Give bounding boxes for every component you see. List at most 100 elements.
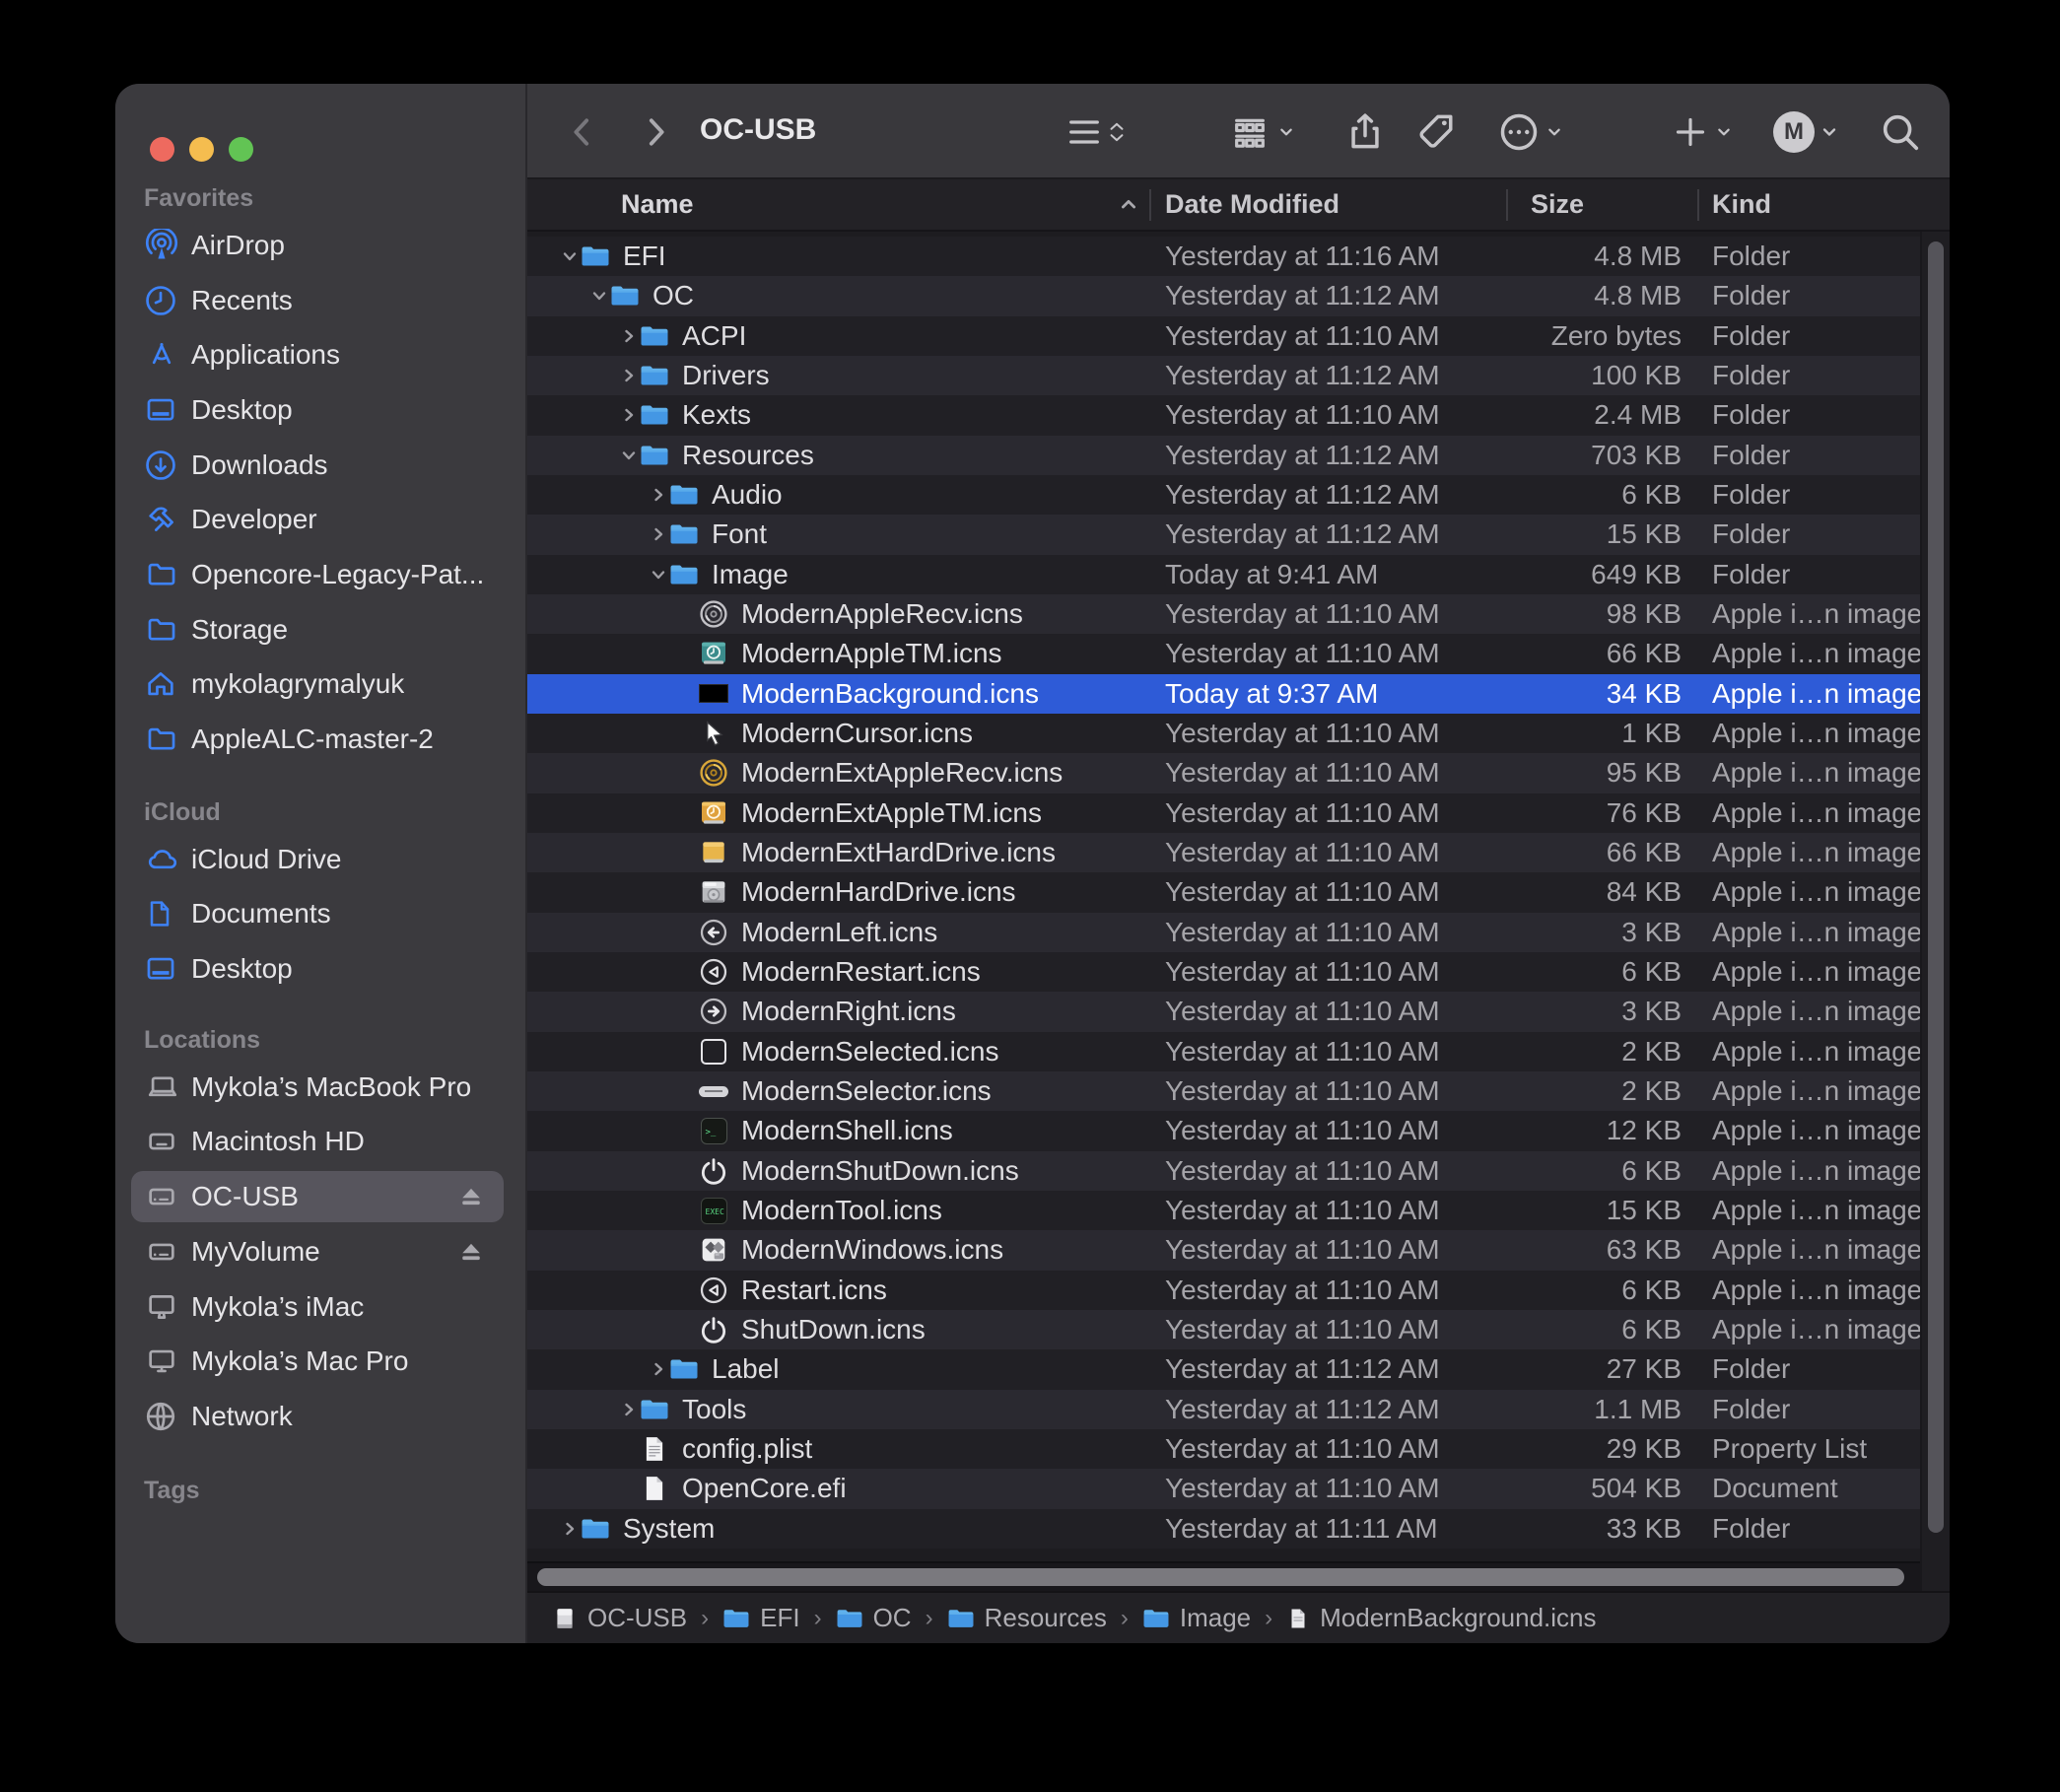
table-row[interactable]: ModernBackground.icnsToday at 9:37 AM34 …: [527, 674, 1920, 714]
path-item-label: ModernBackground.icns: [1320, 1603, 1596, 1633]
file-kind: Apple i…n image: [1712, 1032, 1922, 1071]
path-item-oc-usb[interactable]: OC-USB: [552, 1603, 687, 1633]
sidebar-item-mykola-s-imac[interactable]: Mykola’s iMac: [115, 1279, 525, 1335]
horizontal-scrollbar[interactable]: [527, 1561, 1920, 1591]
file-date-modified: Yesterday at 11:10 AM: [1165, 952, 1440, 992]
sidebar-item-network[interactable]: Network: [115, 1389, 525, 1444]
table-row[interactable]: ModernAppleRecv.icnsYesterday at 11:10 A…: [527, 594, 1920, 634]
sidebar-item-macintosh-hd[interactable]: Macintosh HD: [115, 1115, 525, 1170]
share-icon[interactable]: [1343, 84, 1387, 179]
sidebar-item-recents[interactable]: Recents: [115, 273, 525, 328]
table-row[interactable]: ModernRight.icnsYesterday at 11:10 AM3 K…: [527, 992, 1920, 1031]
table-row[interactable]: ModernExtAppleTM.icnsYesterday at 11:10 …: [527, 793, 1920, 833]
account-avatar[interactable]: M: [1773, 84, 1844, 179]
file-date-modified: Yesterday at 11:10 AM: [1165, 1429, 1440, 1469]
table-row[interactable]: AudioYesterday at 11:12 AM6 KBFolder: [527, 475, 1920, 515]
table-row[interactable]: ModernHardDrive.icnsYesterday at 11:10 A…: [527, 872, 1920, 912]
more-circle-icon[interactable]: [1497, 84, 1568, 179]
table-row[interactable]: LabelYesterday at 11:12 AM27 KBFolder: [527, 1349, 1920, 1389]
file-date-modified: Yesterday at 11:10 AM: [1165, 395, 1440, 435]
column-header-name[interactable]: Name: [621, 179, 694, 230]
table-row[interactable]: ModernLeft.icnsYesterday at 11:10 AM3 KB…: [527, 913, 1920, 952]
table-row[interactable]: Restart.icnsYesterday at 11:10 AM6 KBApp…: [527, 1271, 1920, 1310]
table-row[interactable]: ResourcesYesterday at 11:12 AM703 KBFold…: [527, 436, 1920, 475]
table-row[interactable]: OCYesterday at 11:12 AM4.8 MBFolder: [527, 276, 1920, 315]
black-rect-icon: [698, 678, 729, 710]
table-row[interactable]: ModernShutDown.icnsYesterday at 11:10 AM…: [527, 1151, 1920, 1191]
table-row[interactable]: ModernSelected.icnsYesterday at 11:10 AM…: [527, 1032, 1920, 1071]
search-icon[interactable]: [1878, 84, 1923, 179]
table-row[interactable]: ShutDown.icnsYesterday at 11:10 AM6 KBAp…: [527, 1310, 1920, 1349]
table-row[interactable]: ModernAppleTM.icnsYesterday at 11:10 AM6…: [527, 634, 1920, 673]
eject-icon[interactable]: [456, 1182, 486, 1211]
back-button[interactable]: [563, 84, 602, 179]
folder-icon: [639, 1394, 670, 1425]
sidebar-item-mykola-s-macbook-pro[interactable]: Mykola’s MacBook Pro: [115, 1060, 525, 1115]
sidebar-item-storage[interactable]: Storage: [115, 602, 525, 657]
sidebar-item-icloud-drive[interactable]: iCloud Drive: [115, 832, 525, 887]
table-row[interactable]: EXECModernTool.icnsYesterday at 11:10 AM…: [527, 1191, 1920, 1230]
file-kind: Folder: [1712, 1390, 1790, 1429]
sidebar-item-applealc-master-2[interactable]: AppleALC-master-2: [115, 712, 525, 767]
table-row[interactable]: FontYesterday at 11:12 AM15 KBFolder: [527, 515, 1920, 554]
folder-outline-icon: [144, 723, 187, 756]
group-by-icon[interactable]: [1227, 84, 1300, 179]
sidebar-item-desktop[interactable]: Desktop: [115, 941, 525, 997]
table-row[interactable]: ModernExtHardDrive.icnsYesterday at 11:1…: [527, 833, 1920, 872]
table-row[interactable]: ToolsYesterday at 11:12 AM1.1 MBFolder: [527, 1390, 1920, 1429]
table-row[interactable]: ModernSelector.icnsYesterday at 11:10 AM…: [527, 1071, 1920, 1111]
list-view-icon[interactable]: [1064, 84, 1130, 179]
table-row[interactable]: ImageToday at 9:41 AM649 KBFolder: [527, 555, 1920, 594]
file-name: OC: [652, 276, 694, 315]
table-row[interactable]: EFIYesterday at 11:16 AM4.8 MBFolder: [527, 237, 1920, 276]
column-header-kind[interactable]: Kind: [1712, 179, 1771, 230]
sidebar-item-developer[interactable]: Developer: [115, 492, 525, 547]
hammer-icon: [144, 503, 187, 536]
vertical-scrollbar-thumb[interactable]: [1928, 241, 1944, 1533]
toolbar: OC-USB M: [527, 84, 1950, 179]
path-item-modernbackground-icns[interactable]: ModernBackground.icns: [1286, 1603, 1596, 1633]
sidebar-item-documents[interactable]: Documents: [115, 887, 525, 942]
sidebar-item-myvolume[interactable]: MyVolume: [115, 1224, 525, 1279]
sidebar-item-opencore-legacy-pat-[interactable]: Opencore-Legacy-Pat...: [115, 547, 525, 602]
forward-button[interactable]: [636, 84, 675, 179]
column-divider[interactable]: [1506, 189, 1508, 221]
column-header-date[interactable]: Date Modified: [1165, 179, 1339, 230]
file-kind: Property List: [1712, 1429, 1867, 1469]
sidebar-item-desktop[interactable]: Desktop: [115, 382, 525, 438]
file-date-modified: Yesterday at 11:12 AM: [1165, 1390, 1440, 1429]
path-item-resources[interactable]: Resources: [947, 1603, 1107, 1633]
sidebar-item-applications[interactable]: Applications: [115, 327, 525, 382]
column-divider[interactable]: [1149, 189, 1151, 221]
table-row[interactable]: config.plistYesterday at 11:10 AM29 KBPr…: [527, 1429, 1920, 1469]
file-name: ModernShell.icns: [741, 1111, 953, 1150]
add-icon[interactable]: [1671, 84, 1738, 179]
sidebar-item-airdrop[interactable]: AirDrop: [115, 218, 525, 273]
table-row[interactable]: KextsYesterday at 11:10 AM2.4 MBFolder: [527, 395, 1920, 435]
column-divider[interactable]: [1697, 189, 1699, 221]
path-item-efi[interactable]: EFI: [722, 1603, 799, 1633]
table-row[interactable]: SystemYesterday at 11:11 AM33 KBFolder: [527, 1509, 1920, 1549]
eject-icon[interactable]: [456, 1237, 486, 1267]
table-row[interactable]: ModernWindows.icnsYesterday at 11:10 AM6…: [527, 1230, 1920, 1270]
table-row[interactable]: ModernRestart.icnsYesterday at 11:10 AM6…: [527, 952, 1920, 992]
table-row[interactable]: ModernExtAppleRecv.icnsYesterday at 11:1…: [527, 753, 1920, 793]
sidebar-item-mykolagrymalyuk[interactable]: mykolagrymalyuk: [115, 657, 525, 713]
vertical-scrollbar[interactable]: [1920, 232, 1950, 1591]
path-item-image[interactable]: Image: [1142, 1603, 1251, 1633]
avatar[interactable]: M: [1773, 111, 1815, 153]
table-row[interactable]: ModernCursor.icnsYesterday at 11:10 AM1 …: [527, 714, 1920, 753]
horizontal-scrollbar-thumb[interactable]: [537, 1568, 1904, 1586]
file-size: 27 KB: [1444, 1349, 1682, 1389]
column-header-size[interactable]: Size: [1531, 179, 1584, 230]
tag-icon[interactable]: [1415, 84, 1459, 179]
sidebar-item-oc-usb[interactable]: OC-USB: [115, 1169, 525, 1224]
table-row[interactable]: ACPIYesterday at 11:10 AMZero bytesFolde…: [527, 316, 1920, 356]
table-row[interactable]: >_ModernShell.icnsYesterday at 11:10 AM1…: [527, 1111, 1920, 1150]
sidebar-item-mykola-s-mac-pro[interactable]: Mykola’s Mac Pro: [115, 1334, 525, 1389]
file-name: Font: [712, 515, 767, 554]
sidebar-item-downloads[interactable]: Downloads: [115, 438, 525, 493]
path-item-oc[interactable]: OC: [836, 1603, 912, 1633]
table-row[interactable]: OpenCore.efiYesterday at 11:10 AM504 KBD…: [527, 1469, 1920, 1508]
table-row[interactable]: DriversYesterday at 11:12 AM100 KBFolder: [527, 356, 1920, 395]
